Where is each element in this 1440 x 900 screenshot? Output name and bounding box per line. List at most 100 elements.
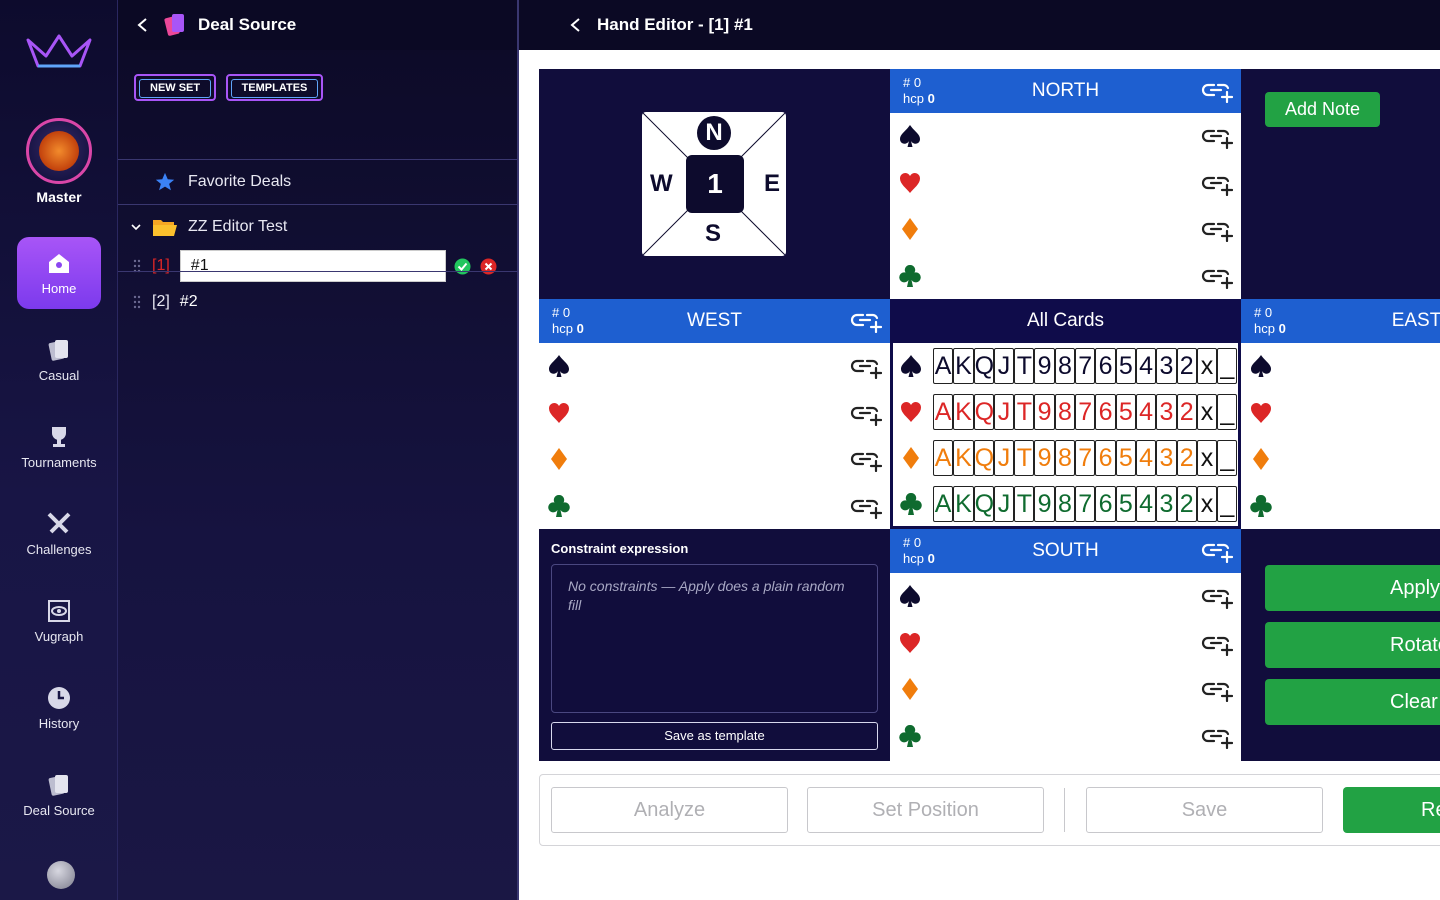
card-spades[interactable]: 2 [1176,348,1197,384]
suit-row-clubs[interactable] [890,713,1241,760]
suit-row-hearts[interactable] [539,390,890,437]
card-clubs[interactable]: 9 [1034,486,1055,522]
card-diamonds[interactable]: 7 [1075,440,1096,476]
clear-button[interactable]: Clear [1265,679,1440,725]
card-hearts[interactable]: 8 [1054,394,1076,430]
add-suit-constraint-button[interactable] [1201,265,1234,289]
nav-home[interactable]: Home [17,237,101,309]
card-spades[interactable]: 5 [1115,348,1136,384]
nav-vugraph[interactable]: Vugraph [0,587,118,659]
crown-logo-icon[interactable] [24,30,94,74]
add-link-icon[interactable] [850,448,883,473]
card-hearts[interactable]: J [993,394,1015,430]
add-link-icon[interactable] [1201,678,1234,703]
suit-row-diamonds[interactable] [539,436,890,483]
user-avatar[interactable] [26,118,92,184]
card-spades[interactable]: T [1014,348,1035,384]
card-hearts[interactable]: 2 [1176,394,1197,430]
card-spades[interactable]: 7 [1075,348,1096,384]
suit-row-clubs[interactable] [1241,483,1440,530]
card-hearts[interactable]: 6 [1095,394,1116,430]
card-hearts[interactable]: Q [973,394,994,430]
card-spades[interactable]: Q [973,348,994,384]
add-constraint-button[interactable] [850,309,883,334]
suit-row-diamonds[interactable] [890,666,1241,713]
card-spades[interactable]: A [933,348,954,384]
add-link-icon[interactable] [1201,265,1234,289]
card-spades[interactable]: J [993,348,1015,384]
rotate-button[interactable]: Rotate [1265,622,1440,668]
card-hearts[interactable]: 7 [1075,394,1096,430]
card-spades[interactable]: 6 [1095,348,1116,384]
suit-row-diamonds[interactable] [890,206,1241,253]
card-diamonds[interactable]: 9 [1034,440,1055,476]
new-set-button[interactable]: NEW SET [134,74,217,101]
card-diamonds[interactable]: 2 [1176,440,1197,476]
list-item[interactable]: [2] #2 [118,284,517,320]
card-hearts[interactable]: 4 [1135,394,1157,430]
nav-casual[interactable]: Casual [0,326,118,398]
add-constraint-button[interactable] [1201,539,1234,564]
add-link-icon[interactable] [1201,632,1234,656]
suit-row-spades[interactable] [539,343,890,390]
card-diamonds[interactable]: 8 [1054,440,1076,476]
nav-deal-source[interactable]: Deal Source [0,761,118,833]
card-diamonds[interactable]: x [1196,440,1218,476]
add-suit-constraint-button[interactable] [850,355,883,380]
card-clubs[interactable]: 6 [1095,486,1116,522]
save-button[interactable]: Save [1086,787,1323,833]
suit-row-diamonds[interactable] [1241,436,1440,483]
green-action-button[interactable]: Re [1343,787,1440,833]
card-spades[interactable]: 8 [1054,348,1076,384]
add-suit-constraint-button[interactable] [850,448,883,473]
card-clubs[interactable]: K [953,486,974,522]
card-spades[interactable]: _ [1217,348,1238,384]
card-spades[interactable]: 9 [1034,348,1055,384]
card-diamonds[interactable]: _ [1217,440,1238,476]
card-hearts[interactable]: 3 [1156,394,1177,430]
add-link-icon[interactable] [850,495,883,519]
card-hearts[interactable]: A [933,394,954,430]
add-link-icon[interactable] [1201,218,1234,243]
add-link-icon[interactable] [850,355,883,380]
drag-handle-icon[interactable] [132,295,142,309]
add-link-icon[interactable] [1201,539,1234,564]
favorite-deals[interactable]: Favorite Deals [118,160,517,205]
card-spades[interactable]: 3 [1156,348,1177,384]
add-note-button[interactable]: Add Note [1265,92,1380,127]
card-diamonds[interactable]: 4 [1135,440,1157,476]
card-clubs[interactable]: A [933,486,954,522]
suit-row-spades[interactable] [890,113,1241,160]
card-clubs[interactable]: J [993,486,1015,522]
suit-row-clubs[interactable] [890,253,1241,300]
card-clubs[interactable]: Q [973,486,994,522]
suit-row-clubs[interactable] [539,483,890,530]
add-suit-constraint-button[interactable] [1201,125,1234,150]
suit-row-hearts[interactable] [1241,390,1440,437]
card-clubs[interactable]: 7 [1075,486,1096,522]
add-suit-constraint-button[interactable] [1201,218,1234,243]
add-link-icon[interactable] [1201,172,1234,196]
nav-tournaments[interactable]: Tournaments [0,413,118,485]
add-suit-constraint-button[interactable] [1201,172,1234,196]
card-spades[interactable]: x [1196,348,1218,384]
add-suit-constraint-button[interactable] [1201,678,1234,703]
card-clubs[interactable]: 5 [1115,486,1136,522]
card-hearts[interactable]: T [1014,394,1035,430]
card-spades[interactable]: K [953,348,974,384]
constraint-input[interactable]: No constraints — Apply does a plain rand… [551,564,878,713]
card-clubs[interactable]: 2 [1176,486,1197,522]
card-diamonds[interactable]: Q [973,440,994,476]
back-chevron-icon[interactable] [569,18,583,32]
card-clubs[interactable]: T [1014,486,1035,522]
card-diamonds[interactable]: 6 [1095,440,1116,476]
card-diamonds[interactable]: T [1014,440,1035,476]
add-suit-constraint-button[interactable] [1201,585,1234,610]
apply-button[interactable]: Apply [1265,565,1440,611]
set-position-button[interactable]: Set Position [807,787,1044,833]
card-hearts[interactable]: 5 [1115,394,1136,430]
add-suit-constraint-button[interactable] [1201,725,1234,749]
card-diamonds[interactable]: J [993,440,1015,476]
suit-row-spades[interactable] [890,573,1241,620]
templates-button[interactable]: TEMPLATES [225,74,324,101]
